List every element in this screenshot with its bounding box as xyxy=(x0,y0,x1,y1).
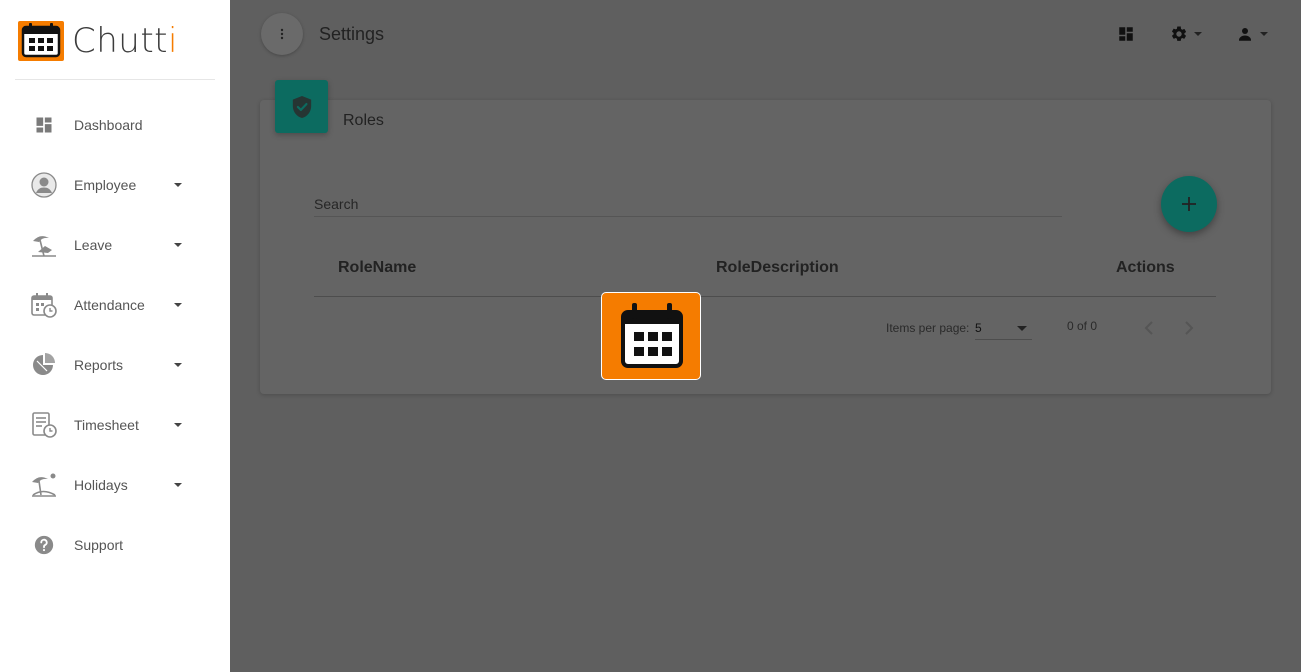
next-page-button[interactable] xyxy=(1177,316,1201,340)
roles-card xyxy=(260,100,1271,394)
plus-icon xyxy=(1182,197,1196,211)
user-menu-button[interactable] xyxy=(1236,24,1268,44)
add-role-button[interactable] xyxy=(1161,176,1217,232)
sidebar-item-label: Timesheet xyxy=(74,417,139,433)
sidebar-item-support[interactable]: Support xyxy=(0,515,230,575)
sidebar-item-reports[interactable]: Reports xyxy=(0,335,230,395)
chevron-down-icon xyxy=(174,183,182,187)
sidebar-nav: Dashboard Employee Leave Attendance Repo… xyxy=(0,95,230,575)
sidebar-item-attendance[interactable]: Attendance xyxy=(0,275,230,335)
table-divider xyxy=(314,296,1216,297)
sidebar-item-label: Reports xyxy=(74,357,124,373)
column-header-rolename[interactable]: RoleName xyxy=(338,259,416,277)
calendar-icon xyxy=(621,303,683,368)
dashboard-button[interactable] xyxy=(1117,24,1135,44)
more-menu-button[interactable] xyxy=(261,13,303,55)
search-input[interactable] xyxy=(314,192,1062,212)
dashboard-icon xyxy=(30,111,58,139)
page-title: Settings xyxy=(319,24,385,44)
sidebar-item-label: Employee xyxy=(74,177,137,193)
help-icon xyxy=(30,531,58,559)
chevron-right-icon xyxy=(1185,321,1194,335)
sidebar-item-leave[interactable]: Leave xyxy=(0,215,230,275)
island-icon xyxy=(30,471,58,499)
person-icon xyxy=(30,171,58,199)
sidebar-item-employee[interactable]: Employee xyxy=(0,155,230,215)
chevron-down-icon xyxy=(174,303,182,307)
card-title: Roles xyxy=(343,112,384,129)
shield-check-icon xyxy=(292,95,311,118)
sidebar-item-label: Dashboard xyxy=(74,117,143,133)
calendar-logo-icon xyxy=(18,21,64,61)
column-header-actions: Actions xyxy=(1116,259,1175,276)
timesheet-icon xyxy=(30,411,58,439)
column-header-roledescription[interactable]: RoleDescription xyxy=(716,259,839,277)
chevron-left-icon xyxy=(1144,321,1153,335)
items-per-page-value: 5 xyxy=(975,321,982,335)
chevron-down-icon xyxy=(1017,326,1027,331)
card-header-badge xyxy=(275,80,328,133)
chevron-down-icon xyxy=(174,423,182,427)
beach-icon xyxy=(30,231,58,259)
sidebar-item-dashboard[interactable]: Dashboard xyxy=(0,95,230,155)
calendar-clock-icon xyxy=(30,291,58,319)
chevron-down-icon xyxy=(174,363,182,367)
previous-page-button[interactable] xyxy=(1137,316,1161,340)
chevron-down-icon xyxy=(174,243,182,247)
loading-spinner xyxy=(602,293,700,379)
user-icon xyxy=(1239,28,1251,41)
brand-logo[interactable]: Chutti xyxy=(18,21,178,61)
sidebar: Chutti Dashboard Employee Leave Attendan… xyxy=(0,0,230,672)
chevron-down-icon xyxy=(1194,32,1202,36)
chevron-down-icon xyxy=(1260,32,1268,36)
items-per-page-label: Items per page: xyxy=(886,321,970,335)
sidebar-item-label: Support xyxy=(74,537,124,553)
gear-icon xyxy=(1171,26,1187,41)
sidebar-item-label: Leave xyxy=(74,237,113,253)
sidebar-divider xyxy=(15,79,215,80)
sidebar-item-label: Holidays xyxy=(74,477,128,493)
search-field[interactable] xyxy=(314,192,1062,217)
pie-chart-icon xyxy=(30,351,58,379)
more-vert-icon xyxy=(280,28,284,40)
items-per-page-select[interactable]: 5 xyxy=(975,319,1032,340)
sidebar-item-holidays[interactable]: Holidays xyxy=(0,455,230,515)
dashboard-icon xyxy=(1119,27,1133,41)
sidebar-item-timesheet[interactable]: Timesheet xyxy=(0,395,230,455)
chevron-down-icon xyxy=(174,483,182,487)
settings-menu-button[interactable] xyxy=(1170,24,1202,44)
pagination-range: 0 of 0 xyxy=(1067,319,1098,333)
sidebar-item-label: Attendance xyxy=(74,297,145,313)
brand-name: Chutti xyxy=(72,21,178,61)
